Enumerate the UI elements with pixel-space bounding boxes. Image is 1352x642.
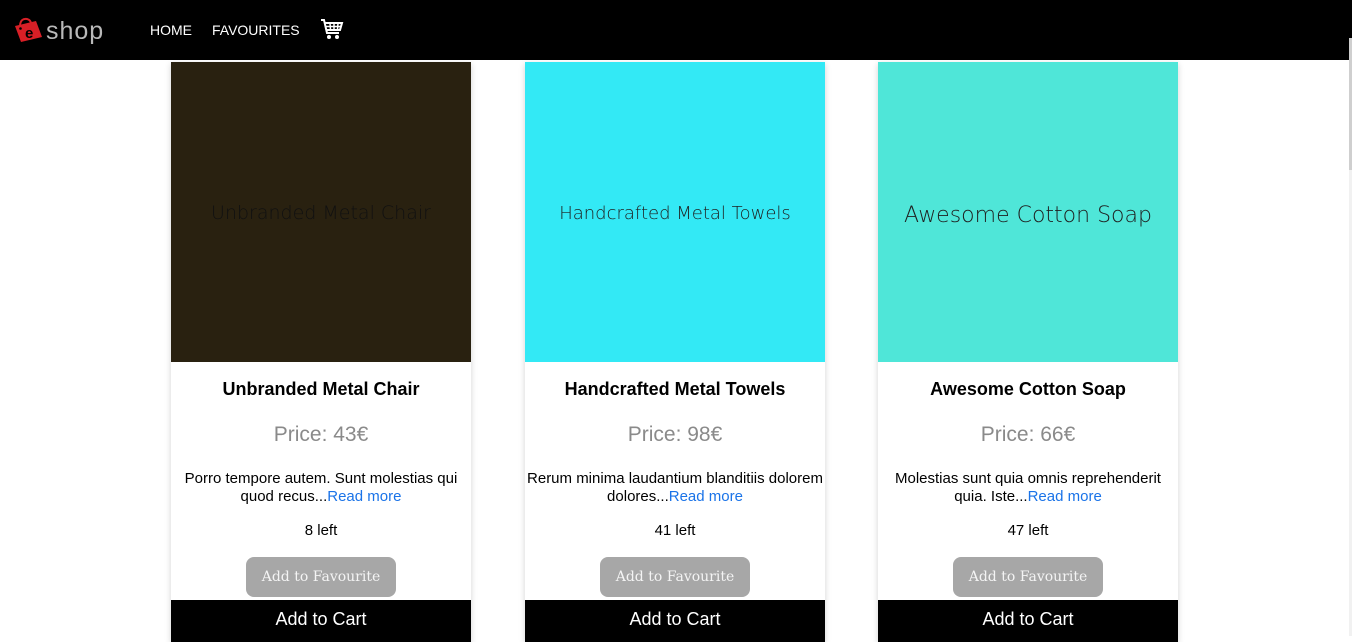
read-more-link[interactable]: Read more <box>669 488 743 505</box>
add-to-favourite-button[interactable]: Add to Favourite <box>246 557 396 597</box>
product-image[interactable]: Awesome Cotton Soap <box>878 62 1178 362</box>
eshop-logo[interactable]: e shop <box>12 13 122 47</box>
stock-count: 47 left <box>1007 522 1049 539</box>
product-image-label: Awesome Cotton Soap <box>904 202 1152 228</box>
description-text: Porro tempore autem. Sunt molestias qui … <box>184 470 458 505</box>
add-to-favourite-button[interactable]: Add to Favourite <box>953 557 1103 597</box>
product-image-label: Unbranded Metal Chair <box>211 202 431 224</box>
product-title: Handcrafted Metal Towels <box>564 379 786 399</box>
nav-link-favourites[interactable]: FAVOURITES <box>212 21 300 39</box>
logo-text: shop <box>46 17 105 45</box>
shopping-cart-icon[interactable] <box>320 17 344 41</box>
product-title: Awesome Cotton Soap <box>930 379 1126 399</box>
product-card: Awesome Cotton Soap Awesome Cotton Soap … <box>878 62 1178 642</box>
product-description: Porro tempore autem. Sunt molestias qui … <box>173 470 469 506</box>
product-card: Handcrafted Metal Towels Handcrafted Met… <box>525 62 825 642</box>
product-price: Price: 43€ <box>273 423 369 446</box>
product-description: Rerum minima laudantium blanditiis dolor… <box>527 470 823 506</box>
stock-count: 8 left <box>304 522 338 539</box>
product-price: Price: 66€ <box>980 423 1076 446</box>
product-card: Unbranded Metal Chair Unbranded Metal Ch… <box>171 62 471 642</box>
svg-text:e: e <box>25 25 33 42</box>
product-image[interactable]: Handcrafted Metal Towels <box>525 62 825 362</box>
product-price: Price: 98€ <box>627 423 723 446</box>
stock-count: 41 left <box>654 522 696 539</box>
product-image[interactable]: Unbranded Metal Chair <box>171 62 471 362</box>
nav-link-home[interactable]: HOME <box>150 21 192 39</box>
product-title: Unbranded Metal Chair <box>222 379 420 399</box>
shopping-bag-logo-icon: e <box>15 17 42 42</box>
product-description: Molestias sunt quia omnis reprehenderit … <box>880 470 1176 506</box>
read-more-link[interactable]: Read more <box>1028 488 1102 505</box>
product-image-label: Handcrafted Metal Towels <box>559 202 791 224</box>
read-more-link[interactable]: Read more <box>327 488 401 505</box>
add-to-favourite-button[interactable]: Add to Favourite <box>600 557 750 597</box>
top-navbar: e shop HOME FAVOURITES <box>0 0 1352 60</box>
